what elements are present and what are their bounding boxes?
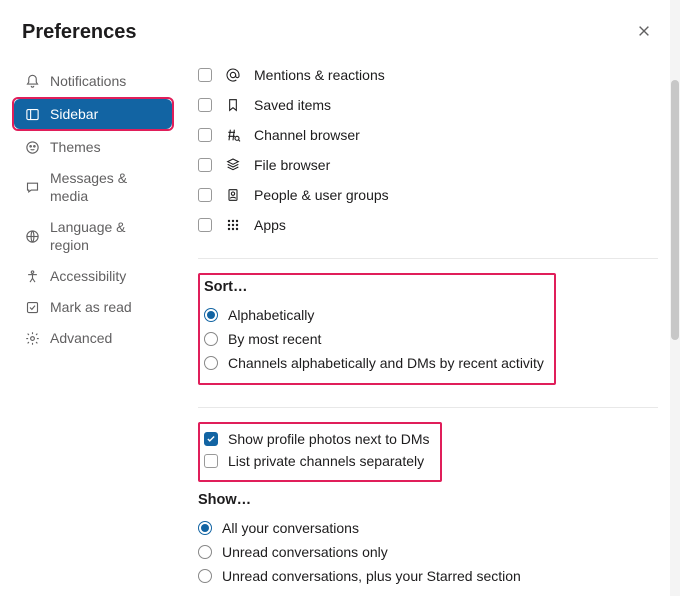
option-label: Saved items [254,97,331,113]
nav-messages[interactable]: Messages & media [14,163,172,211]
nav-label: Sidebar [50,105,98,123]
sidebar-icon [24,106,40,122]
option-apps[interactable]: Apps [198,210,658,240]
option-file-browser[interactable]: File browser [198,150,658,180]
at-icon [224,66,242,84]
page-title: Preferences [22,21,137,44]
radio[interactable] [204,332,218,346]
radio-label: By most recent [228,331,321,347]
nav-label: Accessibility [50,267,126,285]
apps-icon [224,216,242,234]
check-icon [24,299,40,315]
people-icon [224,186,242,204]
checkbox[interactable] [198,128,212,142]
gear-icon [24,330,40,346]
sort-option-recent[interactable]: By most recent [204,327,544,351]
radio[interactable] [204,356,218,370]
show-option-all[interactable]: All your conversations [198,516,658,540]
globe-icon [24,228,40,244]
nav-sidebar[interactable]: Sidebar [14,99,172,129]
scrollbar-thumb[interactable] [671,80,679,340]
nav-notifications[interactable]: Notifications [14,66,172,96]
radio-label: Unread conversations only [222,544,388,560]
nav-label: Language & region [50,218,162,254]
option-label: Channel browser [254,127,360,143]
option-label: Apps [254,217,286,233]
option-mentions[interactable]: Mentions & reactions [198,60,658,90]
option-private-separate[interactable]: List private channels separately [204,450,430,472]
checkbox[interactable] [198,158,212,172]
radio[interactable] [204,308,218,322]
divider [198,407,658,408]
nav-label: Messages & media [50,169,162,205]
nav-label: Notifications [50,72,126,90]
nav-advanced[interactable]: Advanced [14,323,172,353]
hash-search-icon [224,126,242,144]
option-people[interactable]: People & user groups [198,180,658,210]
option-profile-photos[interactable]: Show profile photos next to DMs [204,428,430,450]
preferences-nav: Notifications Sidebar Themes [0,60,180,598]
checkbox[interactable] [204,432,218,446]
radio-label: Alphabetically [228,307,314,323]
radio-label: Channels alphabetically and DMs by recen… [228,355,544,371]
checkbox[interactable] [198,188,212,202]
nav-themes[interactable]: Themes [14,132,172,162]
radio[interactable] [198,545,212,559]
option-label: File browser [254,157,330,173]
themes-icon [24,139,40,155]
files-icon [224,156,242,174]
close-icon [637,22,651,43]
sort-heading: Sort… [204,279,544,295]
show-option-unread-starred[interactable]: Unread conversations, plus your Starred … [198,564,658,588]
nav-mark-as-read[interactable]: Mark as read [14,292,172,322]
option-channel-browser[interactable]: Channel browser [198,120,658,150]
option-saved[interactable]: Saved items [198,90,658,120]
accessibility-icon [24,268,40,284]
option-label: List private channels separately [228,453,424,469]
option-label: Mentions & reactions [254,67,385,83]
sort-option-alpha[interactable]: Alphabetically [204,303,544,327]
radio[interactable] [198,521,212,535]
nav-label: Mark as read [50,298,132,316]
nav-label: Themes [50,138,101,156]
option-label: People & user groups [254,187,389,203]
checkbox[interactable] [204,454,218,468]
radio-label: All your conversations [222,520,359,536]
nav-language[interactable]: Language & region [14,212,172,260]
bookmark-icon [224,96,242,114]
divider [198,258,658,259]
checkbox[interactable] [198,98,212,112]
option-label: Show profile photos next to DMs [228,431,430,447]
radio[interactable] [198,569,212,583]
bell-icon [24,73,40,89]
checkbox[interactable] [198,218,212,232]
close-button[interactable] [630,18,658,46]
scrollbar-track[interactable] [670,0,680,596]
sort-option-mixed[interactable]: Channels alphabetically and DMs by recen… [204,351,544,375]
checkbox[interactable] [198,68,212,82]
nav-label: Advanced [50,329,112,347]
radio-label: Unread conversations, plus your Starred … [222,568,521,584]
messages-icon [24,179,40,195]
show-option-unread[interactable]: Unread conversations only [198,540,658,564]
nav-accessibility[interactable]: Accessibility [14,261,172,291]
show-heading: Show… [198,492,658,508]
